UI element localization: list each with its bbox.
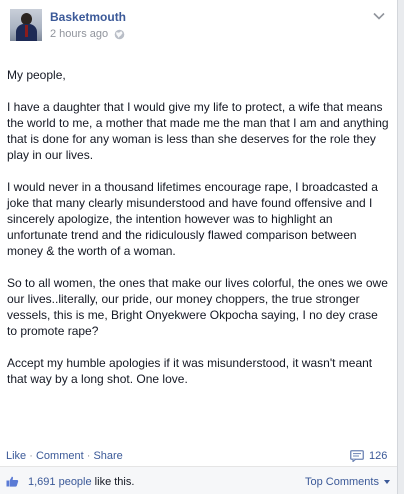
likes-suffix: like this. (91, 476, 135, 488)
like-link[interactable]: Like (6, 450, 26, 462)
thumbs-up-icon (6, 476, 19, 487)
avatar-tie (25, 25, 28, 37)
likes-count-link[interactable]: 1,691 people (28, 476, 92, 488)
action-links: Like · Comment · Share (6, 450, 123, 462)
paragraph-greeting: My people, (7, 68, 66, 82)
top-comments-label: Top Comments (305, 476, 379, 488)
avatar[interactable] (10, 9, 42, 41)
globe-icon[interactable] (114, 29, 125, 40)
likes-bar: 1,691 people like this. Top Comments (0, 466, 397, 494)
author-name[interactable]: Basketmouth (50, 10, 126, 24)
post-body: My people, I have a daughter that I woul… (7, 67, 391, 403)
comment-icon (350, 450, 364, 462)
paragraph-family: I have a daughter that I would give my l… (7, 100, 389, 162)
share-link[interactable]: Share (93, 450, 122, 462)
comment-count[interactable]: 126 (350, 450, 387, 462)
paragraph-closing: Accept my humble apologies if it was mis… (7, 356, 373, 386)
post-meta: 2 hours ago (50, 28, 125, 40)
likes-text: 1,691 people like this. (28, 476, 134, 488)
caret-down-icon (383, 480, 390, 484)
comment-link[interactable]: Comment (36, 450, 84, 462)
chevron-down-icon[interactable] (373, 12, 385, 20)
paragraph-apology: I would never in a thousand lifetimes en… (7, 180, 378, 258)
facebook-post: Basketmouth 2 hours ago My people, I hav… (0, 0, 397, 494)
timestamp[interactable]: 2 hours ago (50, 28, 108, 40)
top-comments-dropdown[interactable]: Top Comments (305, 476, 390, 488)
comment-count-value: 126 (369, 450, 388, 462)
page-edge (397, 0, 404, 494)
paragraph-women: So to all women, the ones that make our … (7, 276, 388, 338)
separator: · (26, 450, 36, 462)
separator: · (83, 450, 94, 462)
